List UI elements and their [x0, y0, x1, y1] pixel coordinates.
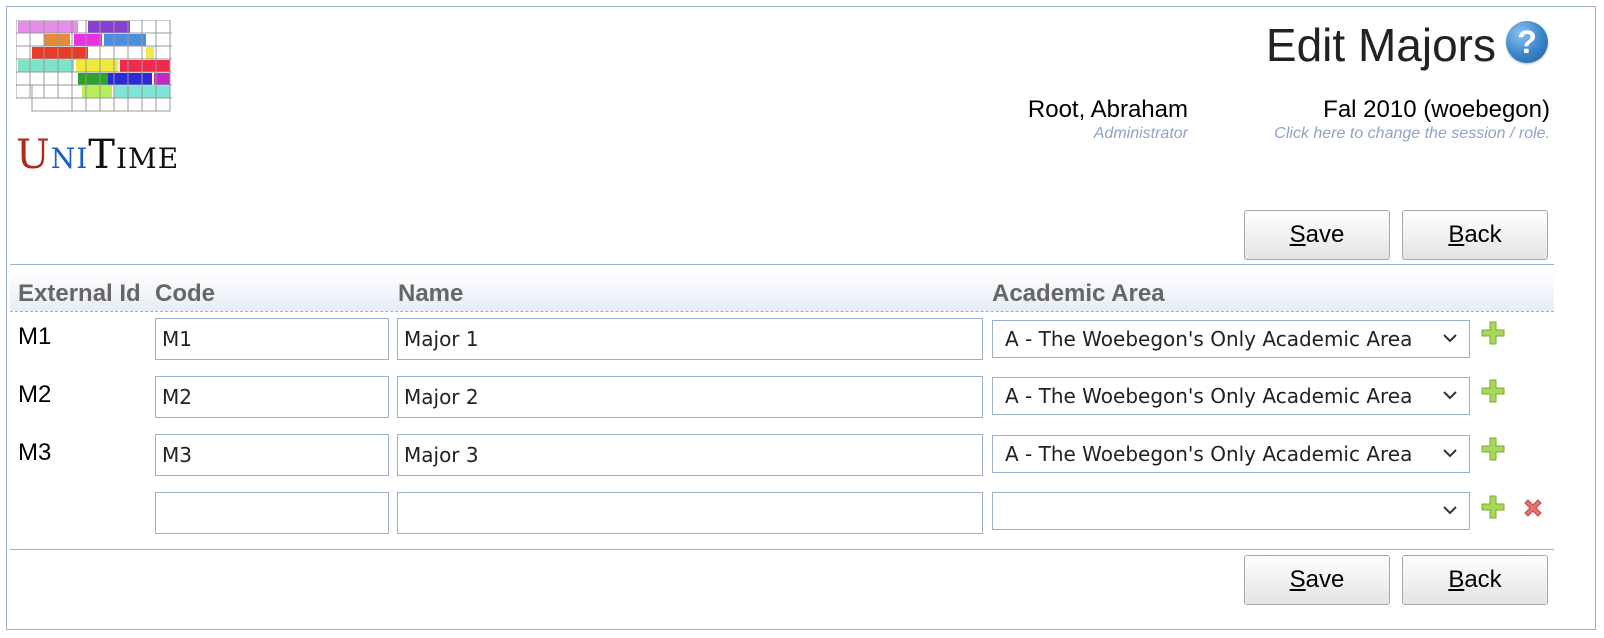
row-external-id: M2 [18, 381, 52, 408]
save-accesskey: S [1289, 566, 1306, 593]
back-label: ack [1464, 566, 1502, 593]
academic-area-value: A - The Woebegon's Only Academic Area [1005, 327, 1413, 351]
academic-area-select[interactable]: A - The Woebegon's Only Academic Area [992, 377, 1470, 415]
divider-bottom [10, 549, 1554, 550]
page-title: Edit Majors [1265, 19, 1496, 71]
back-button-bottom[interactable]: Back [1402, 555, 1548, 605]
save-accesskey: S [1289, 221, 1306, 248]
logo-letter-u: U [16, 132, 51, 178]
plus-icon[interactable] [1480, 320, 1506, 346]
name-input[interactable] [397, 376, 983, 418]
row-external-id: M1 [18, 323, 52, 350]
academic-area-select[interactable] [992, 492, 1470, 530]
back-button-top[interactable]: Back [1402, 210, 1548, 260]
user-info: Root, Abraham Administrator [1028, 96, 1188, 143]
user-role: Administrator [1093, 125, 1188, 142]
code-input[interactable] [155, 492, 389, 534]
name-input[interactable] [397, 434, 983, 476]
back-label: ack [1464, 221, 1502, 248]
unitime-logo[interactable]: UNITIME [16, 20, 179, 180]
plus-icon[interactable] [1480, 494, 1506, 520]
chevron-down-icon [1443, 506, 1457, 515]
academic-area-select[interactable]: A - The Woebegon's Only Academic Area [992, 320, 1470, 358]
table-header-band [10, 270, 1554, 312]
name-input[interactable] [397, 492, 983, 534]
col-header-academic-area: Academic Area [992, 280, 1165, 307]
save-label: ave [1305, 566, 1345, 593]
code-input[interactable] [155, 376, 389, 418]
back-accesskey: B [1448, 221, 1465, 248]
save-button-bottom[interactable]: Save [1244, 555, 1390, 605]
logo-letters-ni: NI [50, 142, 89, 175]
logo-letters-ime: IME [115, 142, 180, 175]
session-info[interactable]: Fal 2010 (woebegon) Click here to change… [1274, 96, 1550, 143]
plus-icon[interactable] [1480, 378, 1506, 404]
delete-icon[interactable] [1520, 495, 1546, 521]
col-header-code: Code [155, 280, 215, 307]
code-input[interactable] [155, 434, 389, 476]
user-name: Root, Abraham [1027, 96, 1188, 123]
chevron-down-icon [1443, 449, 1457, 458]
save-label: ave [1305, 221, 1345, 248]
academic-area-select[interactable]: A - The Woebegon's Only Academic Area [992, 435, 1470, 473]
row-external-id: M3 [18, 439, 52, 466]
academic-area-value: A - The Woebegon's Only Academic Area [1005, 442, 1413, 466]
logo-letter-t: T [88, 132, 116, 178]
plus-icon[interactable] [1480, 436, 1506, 462]
chevron-down-icon [1443, 391, 1457, 400]
logo-wordmark: UNITIME [16, 132, 179, 178]
academic-area-value: A - The Woebegon's Only Academic Area [1005, 384, 1413, 408]
col-header-external-id: External Id [18, 280, 141, 307]
col-header-name: Name [398, 280, 464, 307]
help-icon[interactable]: ? [1506, 21, 1548, 63]
session-name[interactable]: Fal 2010 (woebegon) [1274, 96, 1550, 124]
divider-top [10, 264, 1554, 265]
name-input[interactable] [397, 318, 983, 360]
session-change-hint[interactable]: Click here to change the session / role. [1274, 125, 1550, 143]
chevron-down-icon [1443, 334, 1457, 343]
back-accesskey: B [1448, 566, 1465, 593]
logo-timetable-icon [16, 20, 172, 112]
save-button-top[interactable]: Save [1244, 210, 1390, 260]
code-input[interactable] [155, 318, 389, 360]
